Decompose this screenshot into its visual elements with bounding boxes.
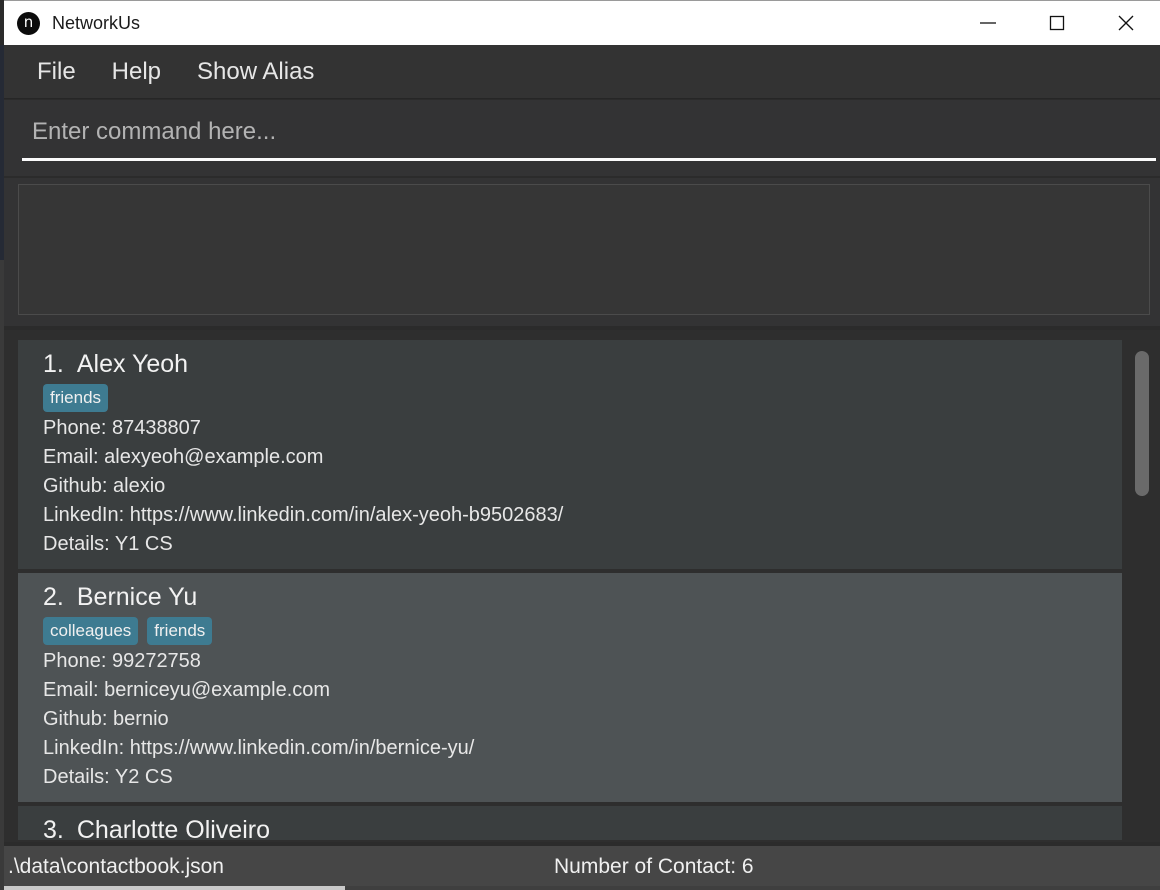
contact-card-title: 2. Bernice Yu <box>43 581 1122 614</box>
menu-item-show-alias[interactable]: Show Alias <box>184 56 327 88</box>
contact-index: 1. <box>43 350 64 378</box>
contact-index: 2. <box>43 583 64 611</box>
contact-card[interactable]: 2. Bernice Yu colleagues friends Phone: 9… <box>18 573 1122 802</box>
contact-card-title: 1. Alex Yeoh <box>43 348 1122 381</box>
status-save-path: .\data\contactbook.json <box>8 855 224 879</box>
menu-bar: File Help Show Alias <box>4 45 1160 99</box>
title-bar-left: n NetworkUs <box>4 12 953 35</box>
close-icon <box>1113 10 1139 36</box>
result-pane <box>4 178 1160 326</box>
contact-email: Email: berniceyu@example.com <box>43 676 1122 705</box>
contact-github: Github: alexio <box>43 472 1122 501</box>
contact-name: Charlotte Oliveiro <box>77 816 270 840</box>
window-title: NetworkUs <box>52 13 140 34</box>
command-pane <box>4 100 1160 176</box>
status-bar-accent-right <box>345 886 1160 890</box>
contact-tag[interactable]: friends <box>43 384 108 412</box>
contact-list-viewport[interactable]: 1. Alex Yeoh friends Phone: 87438807 Emai… <box>18 340 1128 840</box>
contact-tag[interactable]: friends <box>147 617 212 645</box>
maximize-icon <box>1044 10 1070 36</box>
contact-email: Email: alexyeoh@example.com <box>43 443 1122 472</box>
maximize-button[interactable] <box>1022 1 1091 45</box>
contact-card[interactable]: 1. Alex Yeoh friends Phone: 87438807 Emai… <box>18 340 1122 569</box>
contact-phone: Phone: 99272758 <box>43 647 1122 676</box>
status-bar-accent-left <box>4 886 345 890</box>
command-input[interactable] <box>32 118 1132 146</box>
command-input-underline <box>22 158 1156 161</box>
application-window: n NetworkUs File <box>0 0 1160 890</box>
status-bar: .\data\contactbook.json Number of Contac… <box>4 845 1160 890</box>
contact-name: Alex Yeoh <box>77 350 188 378</box>
menu-item-file[interactable]: File <box>24 56 89 88</box>
contact-tag[interactable]: colleagues <box>43 617 138 645</box>
contact-card[interactable]: 3. Charlotte Oliveiro <box>18 806 1122 840</box>
contact-list-scrollbar-thumb[interactable] <box>1135 351 1149 496</box>
title-bar: n NetworkUs <box>4 0 1160 45</box>
minimize-icon <box>975 10 1001 36</box>
menu-item-help[interactable]: Help <box>99 56 174 88</box>
app-logo-glyph: n <box>24 15 34 30</box>
contact-details: Details: Y1 CS <box>43 530 1122 559</box>
app-logo-icon: n <box>17 12 40 35</box>
contact-list-scrollbar[interactable] <box>1132 340 1152 840</box>
contact-github: Github: bernio <box>43 705 1122 734</box>
minimize-button[interactable] <box>953 1 1022 45</box>
contact-list-pane: 1. Alex Yeoh friends Phone: 87438807 Emai… <box>4 330 1160 842</box>
contact-details: Details: Y2 CS <box>43 763 1122 792</box>
contact-phone: Phone: 87438807 <box>43 414 1122 443</box>
result-display <box>18 184 1150 315</box>
contact-linkedin: LinkedIn: https://www.linkedin.com/in/be… <box>43 734 1122 763</box>
contact-name: Bernice Yu <box>77 583 197 611</box>
contact-tag-list: colleagues friends <box>43 617 1122 645</box>
contact-index: 3. <box>43 816 64 840</box>
close-button[interactable] <box>1091 1 1160 45</box>
status-contact-count: Number of Contact: 6 <box>554 855 754 879</box>
contact-linkedin: LinkedIn: https://www.linkedin.com/in/al… <box>43 501 1122 530</box>
contact-tag-list: friends <box>43 384 1122 412</box>
contact-card-title: 3. Charlotte Oliveiro <box>43 814 1122 840</box>
window-controls <box>953 1 1160 45</box>
